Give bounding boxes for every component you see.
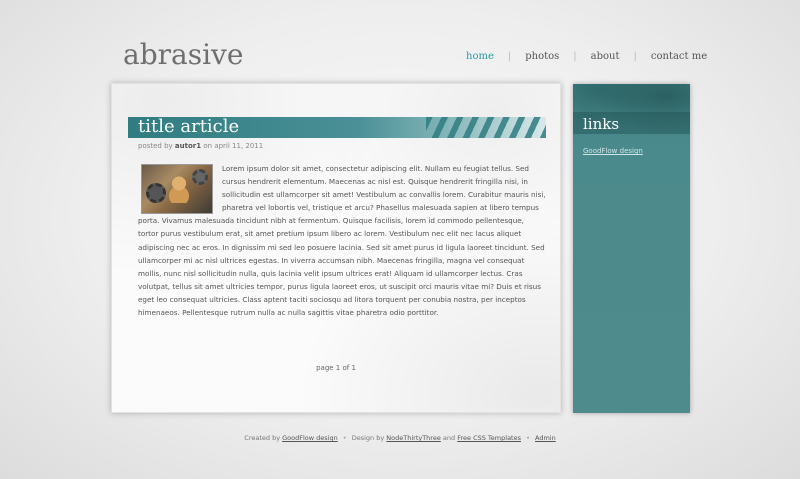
meta-date-prefix: on bbox=[203, 142, 213, 150]
site-title: abrasive bbox=[123, 38, 244, 71]
footer-bullet: • bbox=[526, 434, 530, 442]
footer-link-free-css-templates[interactable]: Free CSS Templates bbox=[457, 434, 521, 442]
main-nav: home | photos | about | contact me bbox=[466, 51, 707, 62]
nav-contact[interactable]: contact me bbox=[651, 51, 707, 62]
footer-bullet: • bbox=[342, 434, 347, 442]
footer-created-by: Created by bbox=[244, 434, 281, 442]
footer-and: and bbox=[442, 434, 456, 442]
footer-design-by: Design by bbox=[351, 434, 385, 442]
footer-link-goodflow[interactable]: GoodFlow design bbox=[282, 434, 338, 442]
sidebar-link-goodflow[interactable]: GoodFlow design bbox=[583, 147, 643, 155]
post-date: april 11, 2011 bbox=[214, 142, 264, 150]
article-title[interactable]: title article bbox=[138, 116, 239, 137]
nav-separator: | bbox=[573, 51, 577, 62]
footer-link-admin[interactable]: Admin bbox=[535, 434, 556, 442]
pagination: page 1 of 1 bbox=[316, 364, 356, 372]
nav-home[interactable]: home bbox=[466, 51, 494, 62]
article-panel: title article posted by autor1 on april … bbox=[111, 83, 561, 413]
footer-link-nodethirtythree[interactable]: NodeThirtyThree bbox=[386, 434, 441, 442]
post-meta: posted by autor1 on april 11, 2011 bbox=[138, 142, 263, 150]
footer: Created by GoodFlow design • Design by N… bbox=[0, 434, 800, 442]
sidebar: links GoodFlow design bbox=[573, 84, 690, 413]
nav-separator: | bbox=[507, 51, 512, 62]
nav-photos[interactable]: photos bbox=[525, 51, 559, 62]
article-body-wrap: Lorem ipsum dolor sit amet, consectetur … bbox=[138, 162, 546, 319]
meta-prefix: posted by bbox=[138, 142, 173, 150]
image-spacer bbox=[138, 162, 222, 214]
post-author: autor1 bbox=[174, 142, 202, 150]
nav-about[interactable]: about bbox=[591, 51, 620, 62]
banner-stripes bbox=[426, 117, 546, 138]
nav-separator: | bbox=[633, 51, 637, 62]
sidebar-title: links bbox=[583, 115, 620, 133]
